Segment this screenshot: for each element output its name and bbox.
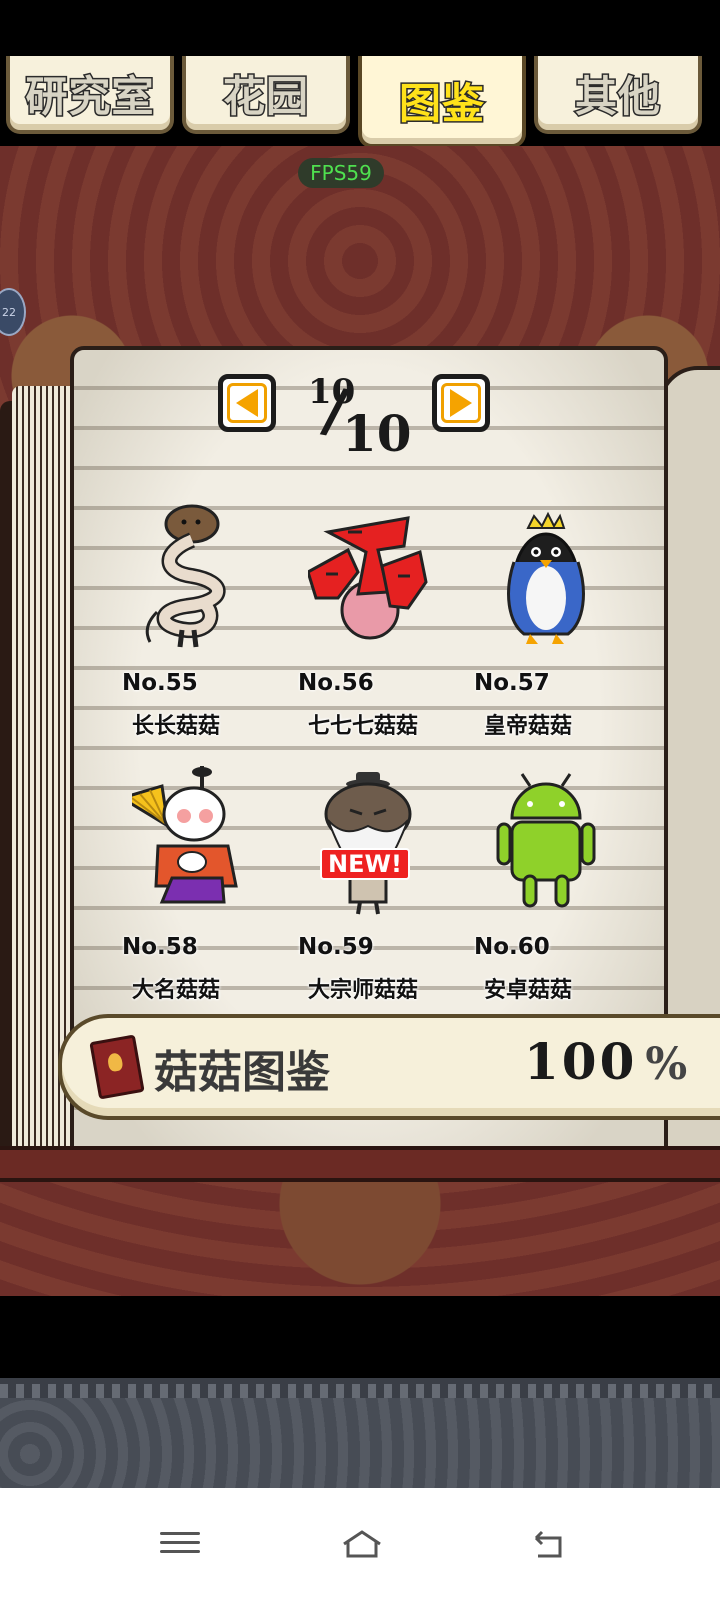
tab-label: 其他: [573, 70, 661, 122]
long-mushroom-icon: [145, 504, 226, 648]
tab-lab[interactable]: 研究室: [6, 56, 174, 134]
system-navigation-bar: [0, 1488, 720, 1600]
arrow-left-icon: [236, 389, 258, 417]
back-icon[interactable]: [528, 1526, 568, 1562]
tab-other[interactable]: 其他: [534, 56, 702, 134]
percent-value: 100: [524, 1032, 638, 1091]
book-bottom-edge: [0, 1146, 720, 1182]
entry-card-56[interactable]: No.56 七七七菇菇: [298, 502, 468, 752]
entry-number: No.56: [298, 670, 374, 696]
book-icon: [89, 1034, 145, 1100]
arrow-right-icon: [450, 389, 472, 417]
grandmaster-mushroom-icon: [324, 772, 412, 915]
entry-name: 七七七菇菇: [308, 714, 419, 739]
entry-card-60[interactable]: No.60 安卓菇菇: [474, 766, 644, 1016]
daimyo-mushroom-icon: [132, 766, 238, 904]
entry-name: 长长菇菇: [132, 714, 221, 739]
entry-number: No.60: [474, 934, 550, 960]
android-mushroom-icon: [496, 773, 596, 908]
collection-title: 菇菇图鉴: [154, 1047, 330, 1098]
tab-bar: 研究室 花园 图鉴 其他: [0, 56, 720, 148]
collection-banner: 菇菇图鉴 100%: [58, 1014, 720, 1120]
entry-card-57[interactable]: No.57 皇帝菇菇: [474, 502, 644, 752]
completion-percent: 100%: [524, 1032, 690, 1091]
entry-card-59[interactable]: NEW! No.59 大宗师菇菇: [298, 766, 468, 1016]
entry-card-58[interactable]: No.58 大名菇菇: [122, 766, 292, 1016]
tab-garden[interactable]: 花园: [182, 56, 350, 134]
percent-sign: %: [645, 1039, 691, 1090]
entry-number: No.58: [122, 934, 198, 960]
home-icon[interactable]: [340, 1526, 381, 1562]
emperor-penguin-mushroom-icon: [507, 511, 585, 644]
entry-number: No.55: [122, 670, 198, 696]
tab-label: 研究室: [24, 70, 155, 122]
entry-name: 安卓菇菇: [484, 978, 573, 1003]
fps-counter: FPS59: [298, 158, 384, 188]
new-badge: NEW!: [320, 848, 410, 880]
prev-page-button[interactable]: [218, 374, 276, 432]
entry-name: 大名菇菇: [132, 978, 221, 1003]
tab-label: 图鉴: [397, 77, 485, 129]
entry-name: 皇帝菇菇: [484, 714, 573, 739]
side-floating-button[interactable]: 22: [0, 288, 26, 336]
entry-name: 大宗师菇菇: [308, 978, 419, 1003]
page-total: 10: [342, 404, 412, 463]
entry-number: No.57: [474, 670, 550, 696]
page-counter: 10 / 10: [308, 368, 418, 468]
entry-number: No.59: [298, 934, 374, 960]
tab-encyclopedia[interactable]: 图鉴: [358, 56, 526, 148]
game-area: FPS59 22 10 / 10 No.55 长长菇菇 No.56 七七七菇菇 …: [0, 146, 720, 1296]
tab-label: 花园: [221, 70, 309, 122]
menu-icon[interactable]: [160, 1526, 200, 1562]
next-page-button[interactable]: [432, 374, 490, 432]
red-777-mushroom-icon: [308, 516, 428, 640]
decorative-footer-band: [0, 1378, 720, 1494]
entry-card-55[interactable]: No.55 长长菇菇: [122, 502, 292, 752]
